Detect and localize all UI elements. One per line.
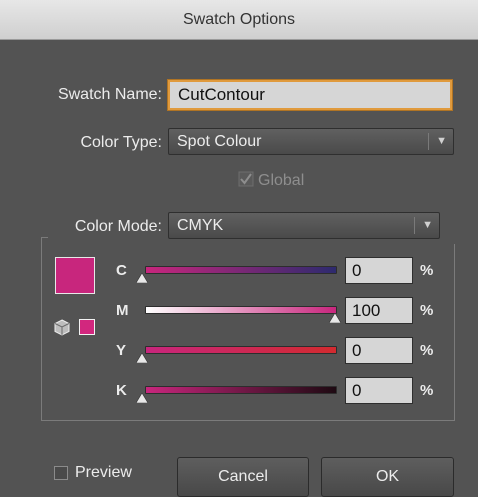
channel-m-thumb[interactable] [329, 313, 341, 323]
cancel-button[interactable]: Cancel [177, 457, 309, 497]
channel-y-letter: Y [116, 342, 127, 359]
global-label: Global [258, 172, 305, 189]
channel-k-unit: % [420, 382, 434, 399]
channel-m-value[interactable]: 100 [345, 297, 413, 324]
color-mode-value: CMYK [177, 217, 224, 234]
dialog-title: Swatch Options [182, 11, 296, 28]
preview-label: Preview [75, 464, 132, 481]
dropdown-separator [428, 133, 429, 150]
channel-m-letter: M [116, 302, 129, 319]
color-type-value: Spot Colour [177, 133, 262, 150]
channel-m-slider[interactable] [145, 306, 337, 314]
channel-c-letter: C [116, 262, 127, 279]
channel-c-slider[interactable] [145, 266, 337, 274]
color-type-label: Color Type: [80, 134, 162, 151]
title-bar: Swatch Options [0, 0, 478, 40]
channel-c-unit: % [420, 262, 434, 279]
cube-icon[interactable] [54, 319, 70, 336]
channel-m-unit: % [420, 302, 434, 319]
global-checkbox[interactable] [238, 171, 254, 187]
triangle-down-icon: ▼ [422, 219, 433, 231]
channel-k-letter: K [116, 382, 127, 399]
color-type-dropdown[interactable]: Spot Colour ▼ [168, 128, 454, 155]
channel-y-slider[interactable] [145, 346, 337, 354]
channel-y-unit: % [420, 342, 434, 359]
channel-k-value[interactable]: 0 [345, 377, 413, 404]
preview-checkbox[interactable] [54, 466, 68, 480]
ok-button[interactable]: OK [321, 457, 454, 497]
swatch-name-label: Swatch Name: [57, 86, 162, 103]
channel-k-thumb[interactable] [136, 393, 148, 403]
out-of-gamut-swatch[interactable] [79, 319, 95, 335]
dropdown-separator [414, 217, 415, 234]
channel-y-value[interactable]: 0 [345, 337, 413, 364]
triangle-down-icon: ▼ [436, 135, 447, 147]
swatch-name-input[interactable] [168, 80, 452, 110]
color-mode-dropdown[interactable]: CMYK ▼ [168, 212, 440, 239]
channel-c-value[interactable]: 0 [345, 257, 413, 284]
color-mode-label: Color Mode: [74, 218, 162, 235]
channel-k-slider[interactable] [145, 386, 337, 394]
swatch-preview [55, 257, 95, 294]
channel-y-thumb[interactable] [136, 353, 148, 363]
channel-c-thumb[interactable] [136, 273, 148, 283]
